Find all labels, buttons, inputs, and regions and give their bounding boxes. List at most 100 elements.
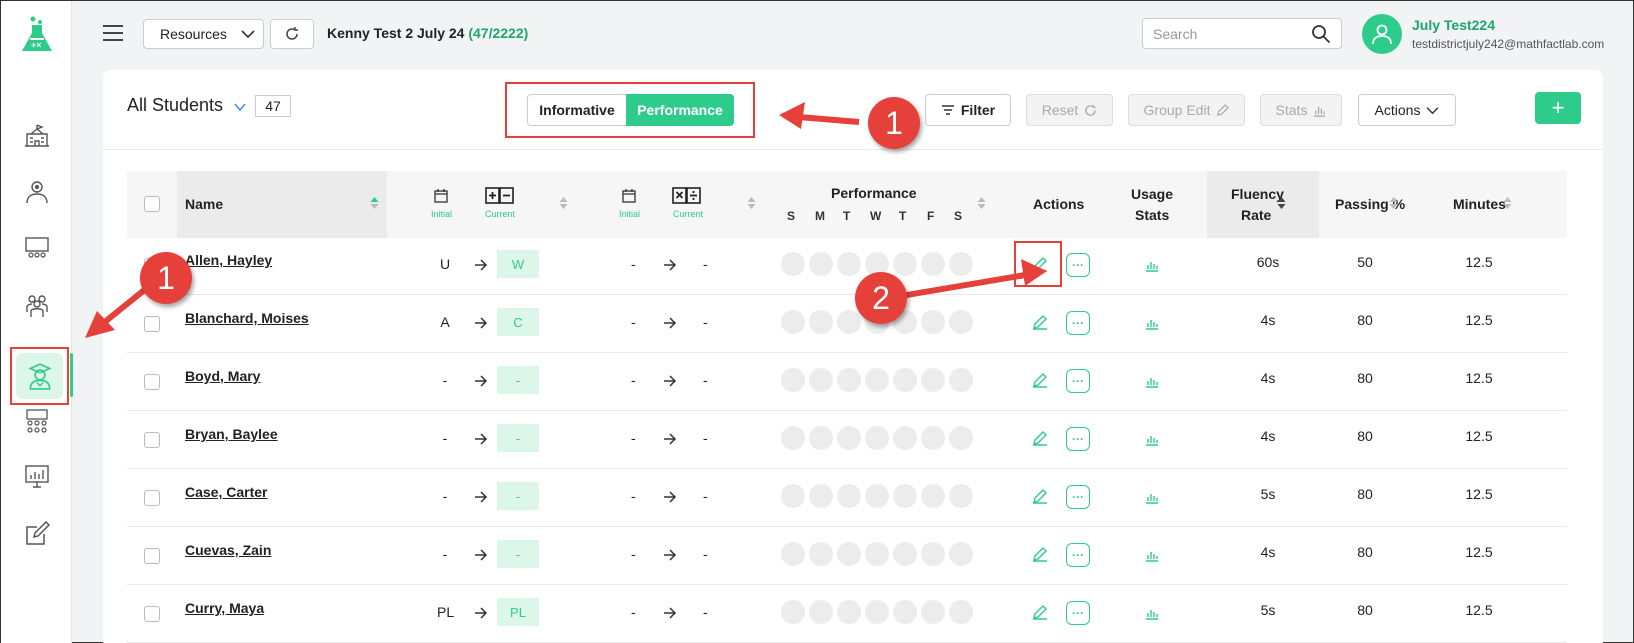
arrow-right-icon: [663, 548, 677, 562]
passing-percent: 50: [1357, 254, 1373, 270]
admin-icon[interactable]: [21, 175, 53, 207]
edit-pencil-icon[interactable]: [1032, 256, 1048, 272]
avatar[interactable]: [1362, 14, 1402, 54]
fluency-rate: 4s: [1260, 428, 1276, 444]
select-all-checkbox[interactable]: [144, 196, 160, 212]
row-checkbox[interactable]: [144, 606, 160, 622]
op-current-level: -: [703, 488, 708, 504]
more-options-button[interactable]: ···: [1066, 485, 1090, 509]
performance-day-dot: [837, 310, 861, 334]
student-name-link[interactable]: Bryan, Baylee: [185, 426, 278, 442]
header-name[interactable]: Name: [185, 196, 223, 212]
student-name-link[interactable]: Boyd, Mary: [185, 368, 260, 384]
more-options-button[interactable]: ···: [1066, 369, 1090, 393]
row-checkbox[interactable]: [144, 258, 160, 274]
sort-icon[interactable]: [747, 196, 756, 210]
arrow-right-icon: [474, 432, 488, 446]
more-options-button[interactable]: ···: [1066, 601, 1090, 625]
sort-icon[interactable]: [1277, 196, 1286, 210]
more-options-button[interactable]: ···: [1066, 311, 1090, 335]
app-logo[interactable]: +×: [19, 15, 55, 55]
fluency-rate: 60s: [1256, 254, 1280, 270]
refresh-button[interactable]: [270, 19, 314, 49]
search-input[interactable]: Search: [1142, 18, 1342, 49]
op-initial-level: -: [631, 314, 636, 330]
row-checkbox[interactable]: [144, 548, 160, 564]
student-name-link[interactable]: Case, Carter: [185, 484, 268, 500]
edit-pencil-icon[interactable]: [1032, 488, 1048, 504]
performance-day-dot: [837, 542, 861, 566]
reports-icon[interactable]: [21, 460, 53, 492]
class-groups-icon[interactable]: [21, 405, 53, 437]
row-checkbox[interactable]: [144, 490, 160, 506]
divider: [103, 149, 1603, 150]
performance-toggle[interactable]: Performance: [626, 94, 734, 126]
sort-icon[interactable]: [559, 196, 568, 210]
resources-dropdown[interactable]: Resources: [143, 19, 264, 49]
op-initial-level: -: [631, 604, 636, 620]
performance-day-dot: [921, 600, 945, 624]
informative-toggle[interactable]: Informative: [527, 94, 626, 126]
op-current-level: -: [703, 372, 708, 388]
sort-icon[interactable]: [370, 196, 379, 210]
usage-stats-icon[interactable]: [1145, 432, 1159, 446]
search-placeholder: Search: [1153, 26, 1198, 42]
performance-day-dot: [949, 310, 973, 334]
add-student-button[interactable]: +: [1535, 92, 1581, 124]
school-icon[interactable]: [21, 119, 53, 151]
header-minutes[interactable]: Minutes: [1453, 196, 1506, 212]
usage-stats-icon[interactable]: [1145, 490, 1159, 504]
student-icon[interactable]: [16, 353, 63, 399]
menu-icon[interactable]: [102, 23, 124, 43]
usage-stats-icon[interactable]: [1145, 606, 1159, 620]
more-options-button[interactable]: ···: [1066, 427, 1090, 451]
usage-stats-icon[interactable]: [1145, 374, 1159, 388]
op-current-level: -: [703, 256, 708, 272]
sort-icon[interactable]: [977, 196, 986, 210]
row-checkbox[interactable]: [144, 374, 160, 390]
all-students-dropdown[interactable]: All Students: [127, 95, 223, 116]
edit-pencil-icon[interactable]: [1032, 546, 1048, 562]
search-icon[interactable]: [1311, 24, 1331, 44]
edit-pencil-icon[interactable]: [1032, 314, 1048, 330]
group-edit-button[interactable]: Group Edit: [1128, 94, 1245, 126]
svg-text:+×: +×: [31, 40, 42, 50]
performance-day-dot: [865, 252, 889, 276]
sort-icon[interactable]: [1503, 196, 1512, 210]
day-label: F: [927, 209, 935, 223]
chevron-down-icon[interactable]: [233, 100, 247, 114]
performance-day-dot: [837, 252, 861, 276]
more-options-button[interactable]: ···: [1066, 253, 1090, 277]
more-options-button[interactable]: ···: [1066, 543, 1090, 567]
edit-pencil-icon[interactable]: [1032, 604, 1048, 620]
student-name-link[interactable]: Blanchard, Moises: [185, 310, 309, 326]
header-fluency[interactable]: Fluency: [1231, 186, 1284, 202]
edit-pencil-icon[interactable]: [1032, 430, 1048, 446]
header-rate[interactable]: Rate: [1241, 207, 1271, 223]
performance-day-dot: [949, 426, 973, 450]
calendar-icon: [434, 189, 448, 203]
row-checkbox[interactable]: [144, 316, 160, 332]
student-name-link[interactable]: Cuevas, Zain: [185, 542, 271, 558]
usage-stats-icon[interactable]: [1145, 258, 1159, 272]
usage-stats-icon[interactable]: [1145, 548, 1159, 562]
student-name-link[interactable]: Allen, Hayley: [185, 252, 272, 268]
filter-button[interactable]: Filter: [925, 94, 1011, 126]
edit-pencil-icon[interactable]: [1032, 372, 1048, 388]
performance-day-dot: [893, 426, 917, 450]
reset-button[interactable]: Reset: [1026, 94, 1113, 126]
sort-icon[interactable]: [1389, 196, 1398, 210]
header-stats: Stats: [1135, 207, 1170, 223]
groups-icon[interactable]: [21, 289, 53, 321]
usage-stats-icon[interactable]: [1145, 316, 1159, 330]
refresh-icon: [286, 27, 298, 40]
classroom-icon[interactable]: [21, 232, 53, 264]
stats-button[interactable]: Stats: [1260, 94, 1342, 126]
actions-dropdown[interactable]: Actions: [1358, 94, 1456, 126]
filter-icon: [941, 105, 954, 115]
sidebar-active-highlight: [10, 347, 69, 405]
initial-level: -: [442, 546, 448, 562]
edit-notes-icon[interactable]: [21, 518, 53, 550]
row-checkbox[interactable]: [144, 432, 160, 448]
student-name-link[interactable]: Curry, Maya: [185, 600, 264, 616]
